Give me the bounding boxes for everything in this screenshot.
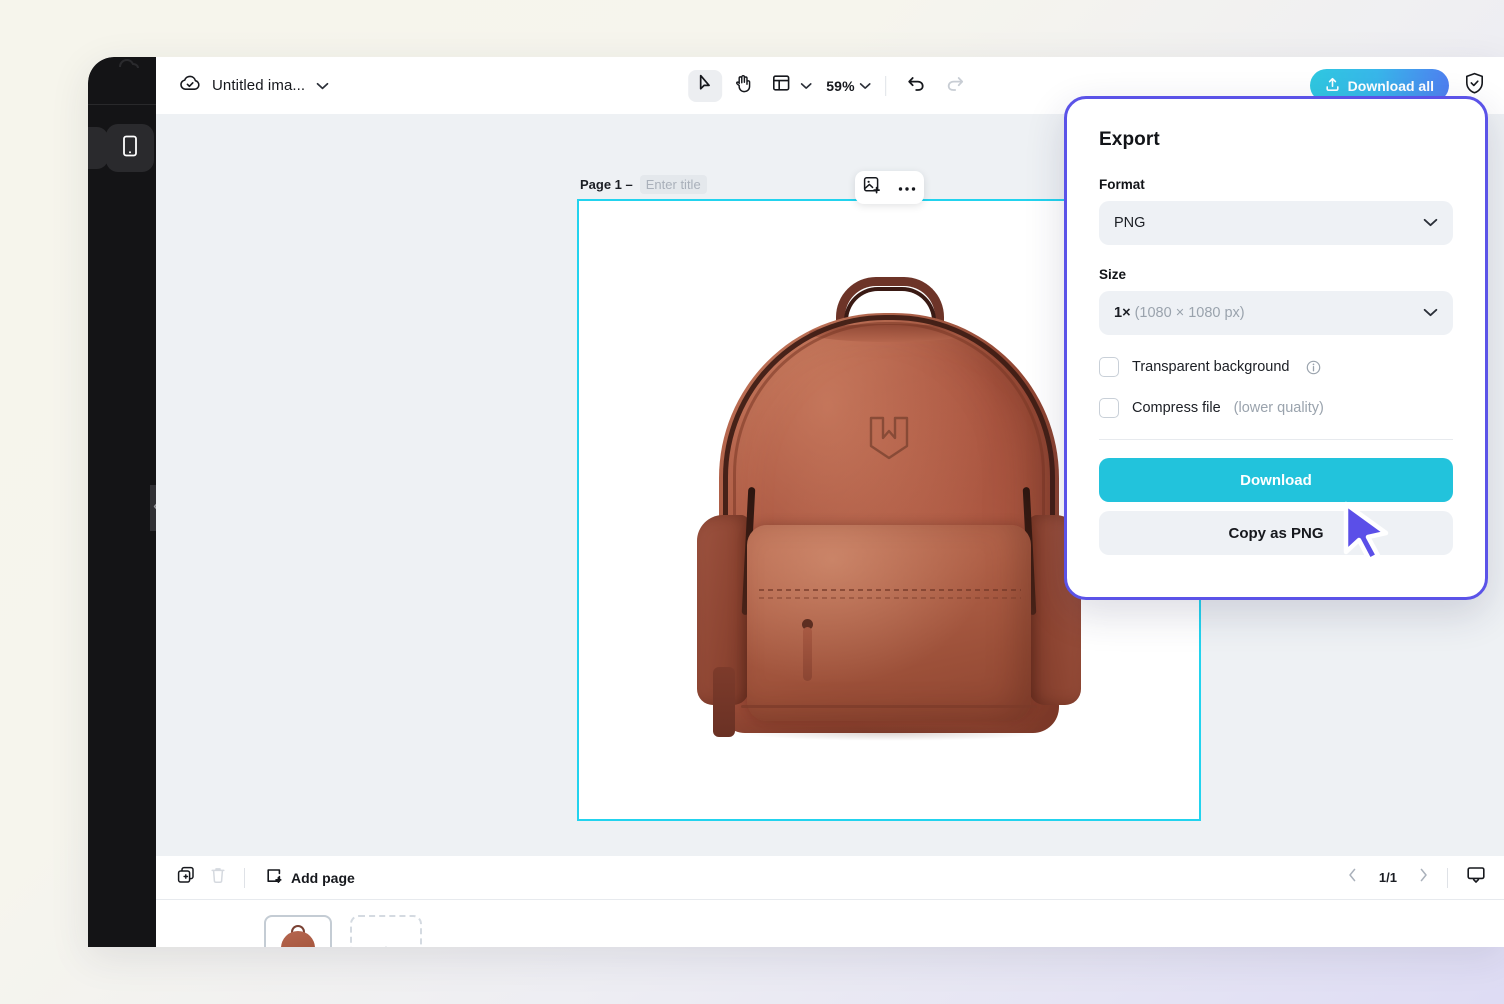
- previous-page-button[interactable]: [1341, 866, 1365, 890]
- brand-emblem-icon: [865, 415, 913, 461]
- undo-button[interactable]: [900, 70, 934, 102]
- security-shield-button[interactable]: [1461, 73, 1487, 99]
- chevron-down-icon: [800, 77, 812, 95]
- sidebar-item-partial[interactable]: [88, 127, 108, 169]
- chevron-left-icon: [1348, 868, 1357, 887]
- page-indicator: 1/1: [1367, 870, 1409, 885]
- image-plus-icon: [863, 176, 882, 200]
- redo-button[interactable]: [938, 70, 972, 102]
- left-sidebar: [88, 57, 156, 947]
- bottom-bar-divider-right: [1447, 868, 1448, 888]
- format-value: PNG: [1114, 215, 1145, 231]
- document-title-group[interactable]: Untitled ima...: [179, 74, 329, 97]
- transparent-background-row[interactable]: Transparent background: [1099, 357, 1453, 377]
- compress-file-note: (lower quality): [1234, 400, 1324, 416]
- compress-file-label: Compress file: [1132, 400, 1221, 416]
- compress-file-row[interactable]: Compress file (lower quality): [1099, 398, 1453, 418]
- page-label: Page 1 – Enter title: [580, 175, 707, 194]
- artboard-more-button[interactable]: [894, 175, 920, 201]
- select-tool-button[interactable]: [688, 70, 722, 102]
- compress-file-checkbox[interactable]: [1099, 398, 1119, 418]
- add-thumbnail-tile[interactable]: +: [350, 915, 422, 947]
- page-bottom-bar: Add page 1/1: [156, 856, 1504, 900]
- page-number-label: Page 1 –: [580, 177, 633, 192]
- upload-icon: [1325, 77, 1340, 95]
- size-select[interactable]: 1× (1080 × 1080 px): [1099, 291, 1453, 335]
- mobile-device-icon: [121, 135, 139, 162]
- format-label: Format: [1099, 177, 1453, 192]
- hand-tool-button[interactable]: [726, 70, 760, 102]
- duplicate-page-button[interactable]: [170, 863, 202, 893]
- chevron-right-icon: [1419, 868, 1428, 887]
- redo-icon: [945, 75, 964, 97]
- cloud-check-icon: [179, 74, 201, 97]
- undo-icon: [907, 75, 926, 97]
- hand-icon: [734, 74, 752, 98]
- size-label: Size: [1099, 267, 1453, 282]
- add-page-label: Add page: [291, 870, 355, 886]
- present-screen-icon: [1466, 866, 1486, 889]
- page-thumbnail[interactable]: 1: [264, 915, 332, 947]
- transparent-background-checkbox[interactable]: [1099, 357, 1119, 377]
- sidebar-divider: [88, 104, 156, 105]
- info-icon[interactable]: [1306, 360, 1321, 375]
- export-panel-title: Export: [1099, 129, 1453, 151]
- chevron-down-icon[interactable]: [316, 77, 329, 95]
- bottom-bar-divider: [244, 868, 245, 888]
- cursor-arrow-icon: [697, 74, 714, 97]
- panel-divider: [1099, 439, 1453, 440]
- thumbnail-preview: [276, 925, 320, 947]
- chevron-down-icon: [1423, 215, 1438, 231]
- sidebar-item-mobile[interactable]: [106, 124, 154, 172]
- chevron-down-icon: [1423, 305, 1438, 321]
- plus-icon: +: [378, 938, 393, 948]
- square-plus-icon: [265, 867, 283, 888]
- next-page-button[interactable]: [1411, 866, 1435, 890]
- add-image-button[interactable]: [859, 175, 885, 201]
- present-button[interactable]: [1460, 863, 1492, 893]
- toolbar: 59%: [688, 70, 972, 102]
- layout-tool-button[interactable]: [764, 70, 812, 102]
- download-button[interactable]: Download: [1099, 458, 1453, 502]
- add-page-button[interactable]: Add page: [265, 867, 355, 888]
- layout-frame-icon: [772, 74, 790, 97]
- document-title: Untitled ima...: [212, 77, 305, 94]
- transparent-background-label: Transparent background: [1132, 359, 1289, 375]
- size-dimensions: (1080 × 1080 px): [1135, 305, 1245, 321]
- artboard-floating-toolbar: [855, 171, 924, 204]
- zoom-control[interactable]: 59%: [816, 77, 871, 95]
- format-select[interactable]: PNG: [1099, 201, 1453, 245]
- backpack-image[interactable]: [689, 275, 1089, 745]
- duplicate-page-icon: [177, 866, 195, 889]
- download-all-label: Download all: [1348, 78, 1434, 94]
- export-panel: Export Format PNG Size 1× (1080 × 1080 p…: [1064, 96, 1488, 600]
- copy-as-png-button[interactable]: Copy as PNG: [1099, 511, 1453, 555]
- trash-icon: [210, 866, 226, 889]
- toolbar-divider: [885, 76, 886, 96]
- more-horizontal-icon: [898, 179, 916, 197]
- zoom-level-label: 59%: [816, 78, 857, 94]
- delete-page-button[interactable]: [202, 863, 234, 893]
- app-logo-icon: [114, 57, 144, 81]
- page-title-input[interactable]: Enter title: [640, 175, 707, 194]
- size-multiplier: 1×: [1114, 305, 1131, 321]
- chevron-down-icon: [859, 77, 871, 95]
